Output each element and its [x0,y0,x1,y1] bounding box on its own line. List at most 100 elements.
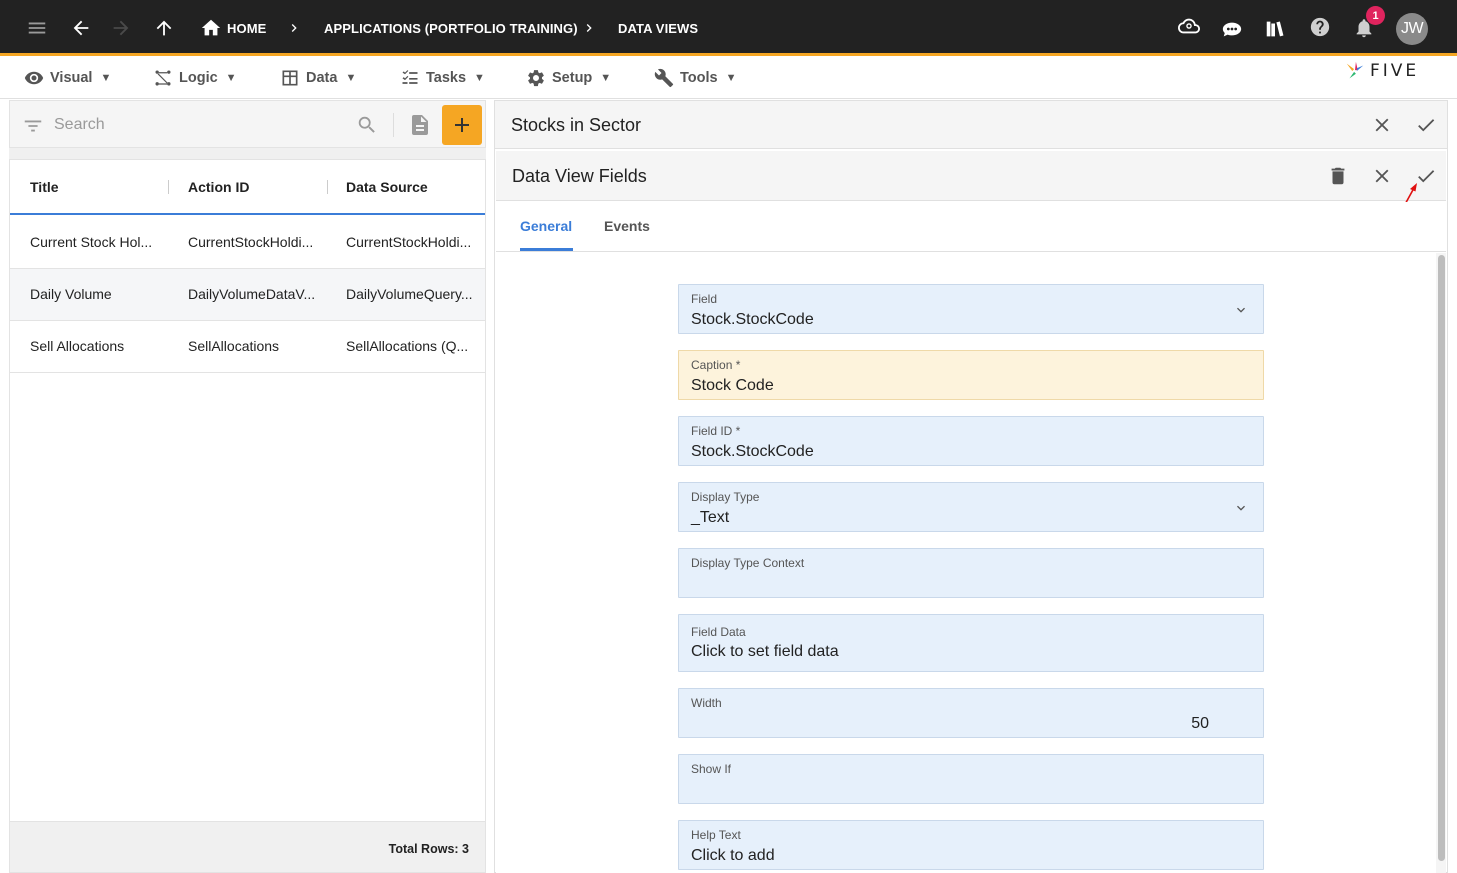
chevron-right-icon [577,16,601,40]
active-tab-indicator [520,248,573,251]
field-label: Field ID * [691,424,741,438]
caret-down-icon: ▼ [725,72,737,84]
caret-down-icon: ▼ [474,72,485,84]
menu-tasks[interactable]: Tasks ▼ [400,64,485,92]
panel-title: Stocks in Sector [511,115,642,135]
sub-panel-header: Data View Fields [496,151,1446,209]
cell-title: Current Stock Hol... [30,234,153,250]
menu-data-label: Data [306,70,338,86]
field-value: _Text [691,509,730,526]
table-row[interactable]: Sell Allocations SellAllocations SellAll… [10,321,485,373]
cell-action-id: SellAllocations [188,338,280,354]
menu-setup-label: Setup [552,70,593,86]
column-divider[interactable] [168,180,169,194]
field-label: Caption * [691,358,741,372]
document-icon[interactable] [408,113,432,137]
top-bar: HOME APPLICATIONS (PORTFOLIO TRAINING) D… [0,0,1457,56]
search-bar [9,100,486,148]
show-if-field[interactable]: Show If [678,754,1264,804]
chevron-down-icon[interactable] [1233,500,1249,516]
cell-title: Sell Allocations [30,338,125,354]
column-header-title[interactable]: Title [30,179,59,195]
cell-data-source: SellAllocations (Q... [346,338,469,354]
chevron-down-icon[interactable] [1233,302,1249,318]
scrollbar-thumb[interactable] [1438,255,1445,861]
eye-icon [24,71,44,85]
hamburger-menu-icon[interactable] [25,16,49,40]
caret-down-icon: ▼ [100,72,112,84]
field-select[interactable]: Field Stock.StockCode [678,284,1264,334]
menu-setup[interactable]: Setup ▼ [526,64,611,92]
menu-data[interactable]: Data ▼ [280,64,356,92]
cancel-button[interactable] [1368,162,1396,190]
sub-panel-title: Data View Fields [512,166,647,186]
field-value: Stock Code [691,377,774,394]
form-scrollbar[interactable] [1436,253,1446,873]
grid-footer: Total Rows: 3 [10,821,485,872]
five-logo-mark-icon [1346,61,1364,79]
table-row[interactable]: Daily Volume DailyVolumeDataV... DailyVo… [10,269,485,321]
delete-button[interactable] [1324,162,1352,190]
field-value: 50 [1191,715,1209,732]
field-label: Display Type Context [691,556,805,570]
up-arrow-icon[interactable] [152,16,176,40]
search-icon[interactable] [356,114,378,136]
menu-tasks-label: Tasks [426,70,467,86]
breadcrumb-home[interactable]: HOME [227,21,266,36]
display-type-select[interactable]: Display Type _Text [678,482,1264,532]
cloud-sync-icon[interactable] [1177,14,1201,38]
back-arrow-icon[interactable] [69,16,93,40]
column-header-action-id[interactable]: Action ID [188,179,249,195]
chat-bot-icon[interactable] [1220,17,1244,41]
detail-panel: Stocks in Sector Data View Fields Genera… [494,100,1448,873]
menu-logic[interactable]: Logic ▼ [153,64,237,92]
chevron-right-icon [282,16,306,40]
menu-visual[interactable]: Visual ▼ [24,64,111,92]
home-icon[interactable] [199,16,223,40]
add-button[interactable] [442,105,482,145]
field-label: Show If [691,762,732,776]
list-panel: Title Action ID Data Source Current Stoc… [9,100,486,873]
panel-header: Stocks in Sector [495,101,1447,149]
field-data-field[interactable]: Field Data Click to set field data [678,614,1264,672]
user-avatar[interactable]: JW [1396,13,1428,45]
close-panel-button[interactable] [1368,111,1396,139]
five-logo: FIVE [1344,59,1419,83]
display-type-context-field[interactable]: Display Type Context [678,548,1264,598]
filter-icon[interactable] [22,115,44,137]
breadcrumb-data-views[interactable]: DATA VIEWS [618,21,698,36]
breadcrumb-applications[interactable]: APPLICATIONS (PORTFOLIO TRAINING) [324,21,578,36]
plus-icon [455,118,469,132]
forward-arrow-icon[interactable] [109,16,133,40]
cell-data-source: DailyVolumeQuery... [346,286,473,302]
menu-tools[interactable]: Tools ▼ [654,64,736,92]
width-field[interactable]: Width 50 [678,688,1264,738]
table-icon [282,70,298,86]
tab-general[interactable]: General [520,218,572,234]
cell-data-source: CurrentStockHoldi... [346,234,472,250]
tab-events[interactable]: Events [604,218,650,234]
menu-tools-label: Tools [680,70,718,86]
column-divider[interactable] [327,180,328,194]
search-divider [393,113,394,137]
help-icon[interactable] [1308,15,1332,39]
field-id-field[interactable]: Field ID * Stock.StockCode [678,416,1264,466]
data-grid: Title Action ID Data Source Current Stoc… [9,159,486,873]
caption-field[interactable]: Caption * Stock Code [678,350,1264,400]
help-text-field[interactable]: Help Text Click to add [678,820,1264,870]
column-header-data-source[interactable]: Data Source [346,179,428,195]
field-label: Help Text [691,828,741,842]
table-row[interactable]: Current Stock Hol... CurrentStockHoldi..… [10,217,485,269]
trash-icon [1331,167,1345,185]
caret-down-icon: ▼ [600,72,612,84]
search-input[interactable] [54,115,344,135]
save-panel-button[interactable] [1412,111,1440,139]
library-books-icon[interactable] [1263,17,1287,41]
menu-bar: Visual ▼ Logic ▼ Data ▼ Tasks ▼ Setup ▼ … [0,59,1457,99]
field-label: Display Type [691,490,760,504]
field-value: Click to set field data [691,643,839,660]
field-value: Stock.StockCode [691,443,814,460]
field-label: Field Data [691,625,746,639]
field-label: Width [691,696,722,710]
notification-badge: 1 [1366,6,1385,25]
